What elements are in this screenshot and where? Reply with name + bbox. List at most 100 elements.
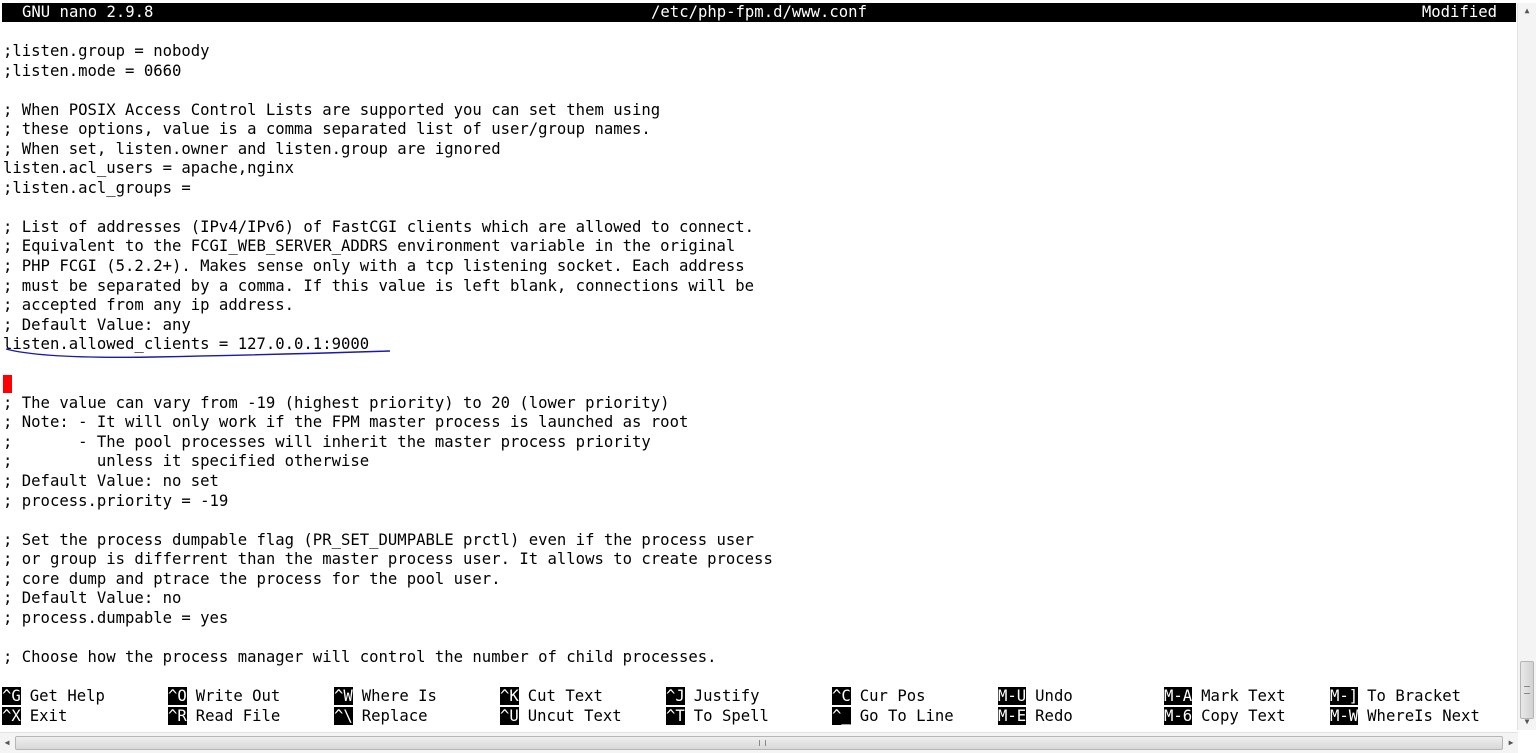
text-cursor bbox=[3, 374, 12, 393]
shortcut-where-is[interactable]: ^W Where Is bbox=[334, 687, 437, 707]
file-path: /etc/php-fpm.d/www.conf bbox=[651, 3, 867, 21]
shortcut-key: M-U bbox=[998, 687, 1027, 705]
vertical-scrollbar[interactable]: ▲ ▼ bbox=[1517, 3, 1536, 730]
editor-line[interactable]: ; unless it specified otherwise bbox=[3, 452, 1503, 472]
shortcut-label: Get Help bbox=[29, 687, 105, 705]
shortcut-label: Mark Text bbox=[1201, 687, 1286, 705]
shortcut-label: Exit bbox=[29, 706, 68, 725]
shortcut-key: M-E bbox=[998, 706, 1027, 725]
shortcut-redo[interactable]: M-E Redo bbox=[998, 706, 1073, 727]
editor-line[interactable]: ;listen.group = nobody bbox=[3, 42, 1503, 62]
editor-line[interactable]: ; Note: - It will only work if the FPM m… bbox=[3, 413, 1503, 433]
editor-line[interactable]: ; or group is differrent than the master… bbox=[3, 550, 1503, 570]
editor-line[interactable]: ; The value can vary from -19 (highest p… bbox=[3, 394, 1503, 414]
shortcut-key: ^\ bbox=[334, 706, 353, 725]
editor-line[interactable]: ; Default Value: no bbox=[3, 589, 1503, 609]
editor-line[interactable]: ;listen.mode = 0660 bbox=[3, 62, 1503, 82]
shortcut-label: Read File bbox=[195, 706, 281, 725]
shortcut-bar: ^G Get Help ^O Write Out ^W Where Is ^K Cut Tex… bbox=[2, 687, 1502, 726]
shortcut-label: Replace bbox=[361, 706, 428, 725]
shortcut-copy-text[interactable]: M-6 Copy Text bbox=[1164, 706, 1286, 727]
shortcut-cut-text[interactable]: ^K Cut Text bbox=[500, 687, 603, 707]
horizontal-scrollbar[interactable]: ◀ ▶ bbox=[0, 732, 1518, 753]
shortcut-row-1: ^G Get Help ^O Write Out ^W Where Is ^K Cut Tex… bbox=[2, 687, 1502, 707]
shortcut-exit[interactable]: ^X Exit bbox=[2, 706, 68, 727]
editor-line[interactable]: ; must be separated by a comma. If this … bbox=[3, 277, 1503, 297]
shortcut-uncut-text[interactable]: ^U Uncut Text bbox=[500, 706, 622, 727]
shortcut-undo[interactable]: M-U Undo bbox=[998, 687, 1073, 707]
grip-icon bbox=[1524, 686, 1530, 694]
shortcut-write-out[interactable]: ^O Write Out bbox=[168, 687, 280, 707]
editor-line[interactable]: ; core dump and ptrace the process for t… bbox=[3, 570, 1503, 590]
editor-line[interactable] bbox=[3, 198, 1503, 218]
editor-line[interactable]: ; PHP FCGI (5.2.2+). Makes sense only wi… bbox=[3, 257, 1503, 277]
editor-line[interactable]: ; these options, value is a comma separa… bbox=[3, 120, 1503, 140]
editor-line[interactable] bbox=[3, 81, 1503, 101]
shortcut-key: ^K bbox=[500, 687, 519, 705]
editor-line[interactable]: ; process.dumpable = yes bbox=[3, 609, 1503, 629]
shortcut-key: ^U bbox=[500, 706, 519, 725]
editor-text-area[interactable]: ;listen.group = nobody ;listen.mode = 066… bbox=[3, 42, 1503, 668]
editor-line[interactable]: ;listen.acl_groups = bbox=[3, 179, 1503, 199]
editor-line[interactable]: ; Equivalent to the FCGI_WEB_SERVER_ADDR… bbox=[3, 237, 1503, 257]
scroll-down-arrow-icon[interactable]: ▼ bbox=[1518, 714, 1536, 730]
editor-line[interactable]: ; List of addresses (IPv4/IPv6) of FastC… bbox=[3, 218, 1503, 238]
scroll-left-arrow-icon[interactable]: ◀ bbox=[0, 733, 14, 753]
shortcut-to-spell[interactable]: ^T To Spell bbox=[666, 706, 769, 727]
scroll-up-arrow-icon[interactable]: ▲ bbox=[1518, 3, 1536, 19]
shortcut-label: Copy Text bbox=[1201, 706, 1286, 725]
shortcut-label: Undo bbox=[1035, 687, 1073, 705]
editor-line[interactable]: ; Set the process dumpable flag (PR_SET_… bbox=[3, 531, 1503, 551]
editor-line[interactable]: ; - The pool processes will inherit the … bbox=[3, 433, 1503, 453]
editor-line[interactable] bbox=[3, 511, 1503, 531]
shortcut-key: M-A bbox=[1164, 687, 1193, 705]
editor-line[interactable]: ; process.priority = -19 bbox=[3, 492, 1503, 512]
editor-line[interactable]: ; Default Value: any bbox=[3, 316, 1503, 336]
shortcut-label: To Spell bbox=[693, 706, 769, 725]
shortcut-whereis-next[interactable]: M-W WhereIs Next bbox=[1330, 706, 1480, 727]
editor-line[interactable]: listen.allowed_clients = 127.0.0.1:9000 bbox=[3, 335, 1503, 355]
horizontal-scroll-thumb[interactable] bbox=[15, 736, 1503, 750]
editor-line[interactable] bbox=[3, 628, 1503, 648]
shortcut-label: Go To Line bbox=[859, 706, 954, 725]
shortcut-to-bracket[interactable]: M-] To Bracket bbox=[1330, 687, 1461, 707]
shortcut-key: ^J bbox=[666, 687, 685, 705]
shortcut-read-file[interactable]: ^R Read File bbox=[168, 706, 281, 727]
editor-line[interactable]: ; accepted from any ip address. bbox=[3, 296, 1503, 316]
shortcut-get-help[interactable]: ^G Get Help bbox=[2, 687, 105, 707]
editor-line[interactable] bbox=[3, 374, 1503, 394]
grip-icon bbox=[759, 740, 766, 746]
shortcut-row-2: ^X Exit ^R Read File ^\ Replace ^U Uncut Text ^T… bbox=[2, 706, 1502, 727]
shortcut-key: ^C bbox=[832, 687, 851, 705]
editor-line[interactable]: ; Default Value: no set bbox=[3, 472, 1503, 492]
shortcut-key: M-W bbox=[1330, 706, 1359, 725]
shortcut-label: WhereIs Next bbox=[1367, 706, 1480, 725]
shortcut-go-to-line[interactable]: ^_ Go To Line bbox=[832, 706, 954, 727]
scroll-right-arrow-icon[interactable]: ▶ bbox=[1504, 733, 1518, 753]
shortcut-label: Redo bbox=[1035, 706, 1073, 725]
shortcut-replace[interactable]: ^\ Replace bbox=[334, 706, 428, 727]
shortcut-key: ^X bbox=[2, 706, 21, 725]
modified-status: Modified bbox=[1421, 3, 1497, 21]
shortcut-key: ^_ bbox=[832, 706, 851, 725]
shortcut-label: Cut Text bbox=[527, 687, 603, 705]
shortcut-key: ^G bbox=[2, 687, 21, 705]
shortcut-justify[interactable]: ^J Justify bbox=[666, 687, 760, 707]
shortcut-cur-pos[interactable]: ^C Cur Pos bbox=[832, 687, 926, 707]
shortcut-key: M-] bbox=[1330, 687, 1359, 705]
nano-title-bar: GNU nano 2.9.8 /etc/php-fpm.d/www.conf M… bbox=[2, 3, 1516, 22]
vertical-scroll-thumb[interactable] bbox=[1520, 661, 1534, 719]
editor-line[interactable]: ; When set, listen.owner and listen.grou… bbox=[3, 140, 1503, 160]
editor-line[interactable] bbox=[3, 355, 1503, 375]
shortcut-label: Uncut Text bbox=[527, 706, 622, 725]
editor-line[interactable]: ; When POSIX Access Control Lists are su… bbox=[3, 101, 1503, 121]
shortcut-mark-text[interactable]: M-A Mark Text bbox=[1164, 687, 1286, 707]
shortcut-key: ^R bbox=[168, 706, 187, 725]
shortcut-key: ^W bbox=[334, 687, 353, 705]
shortcut-label: Justify bbox=[693, 687, 760, 705]
shortcut-key: M-6 bbox=[1164, 706, 1193, 725]
editor-line[interactable]: ; Choose how the process manager will co… bbox=[3, 648, 1503, 668]
shortcut-key: ^O bbox=[168, 687, 187, 705]
editor-line[interactable]: listen.acl_users = apache,nginx bbox=[3, 159, 1503, 179]
shortcut-label: Cur Pos bbox=[859, 687, 926, 705]
